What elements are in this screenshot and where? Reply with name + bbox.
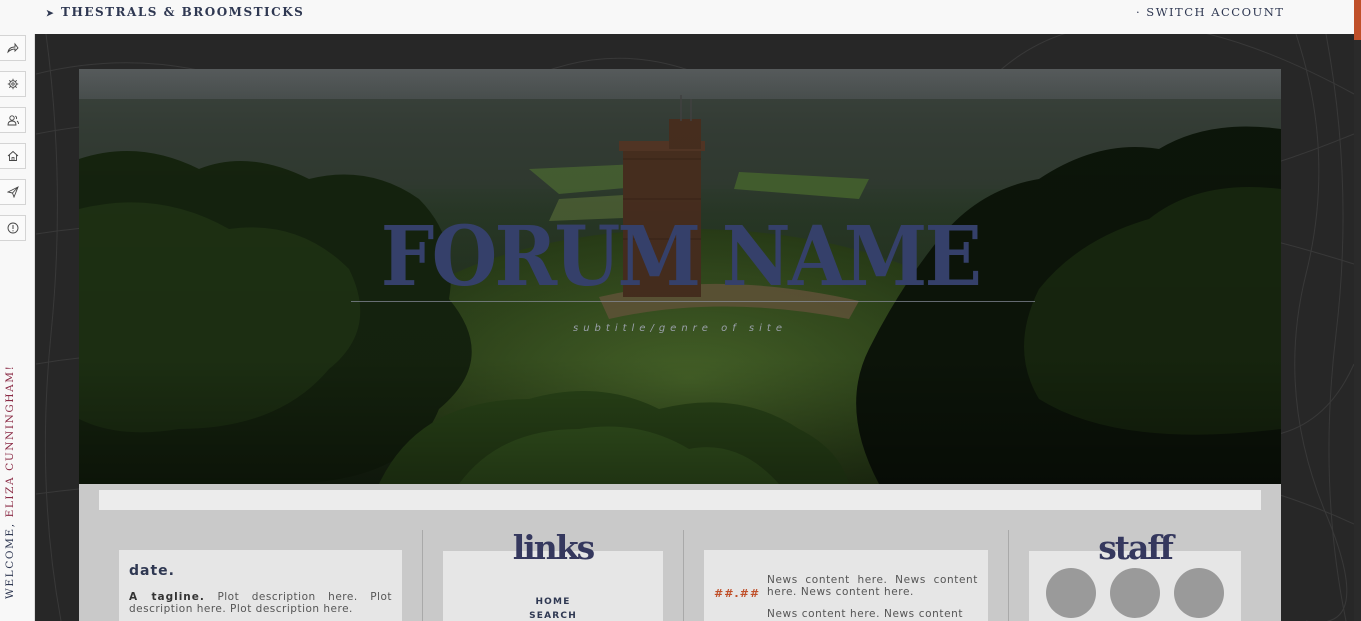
news-card: ##.## News content here. News content he… bbox=[704, 550, 988, 621]
forum-subtitle: subtitle/genre of site bbox=[573, 323, 787, 334]
content-top-bar bbox=[99, 490, 1261, 510]
header-banner-image: FORUM NAME subtitle/genre of site bbox=[79, 69, 1281, 484]
send-icon bbox=[6, 186, 19, 198]
arrow-icon: ➤ bbox=[46, 9, 56, 19]
staff-heading: staff bbox=[1098, 528, 1174, 567]
news-content: News content here. News content here. Ne… bbox=[767, 574, 978, 598]
main-area: FORUM NAME subtitle/genre of site date. … bbox=[36, 34, 1354, 621]
search-link[interactable]: SEARCH bbox=[443, 611, 663, 621]
top-bar: ➤ THESTRALS & BROOMSTICKS · SWITCH ACCOUN… bbox=[0, 0, 1361, 34]
plot-description: A tagline. Plot description here. Plot d… bbox=[129, 591, 392, 615]
tagline: A tagline. bbox=[129, 591, 205, 603]
column-divider bbox=[1008, 530, 1009, 621]
share-button[interactable] bbox=[0, 35, 26, 61]
home-button[interactable] bbox=[0, 143, 26, 169]
content-panel: date. A tagline. Plot description here. … bbox=[79, 484, 1281, 621]
messages-button[interactable] bbox=[0, 179, 26, 205]
site-name-link[interactable]: ➤ THESTRALS & BROOMSTICKS bbox=[46, 5, 304, 19]
info-button[interactable] bbox=[0, 215, 26, 241]
members-button[interactable] bbox=[0, 107, 26, 133]
accent-strip bbox=[1354, 0, 1361, 40]
site-name: THESTRALS & BROOMSTICKS bbox=[61, 5, 305, 19]
settings-button[interactable] bbox=[0, 71, 26, 97]
staff-avatar[interactable] bbox=[1046, 568, 1096, 618]
switch-account-link[interactable]: · SWITCH ACCOUNT bbox=[1136, 5, 1284, 19]
staff-avatar[interactable] bbox=[1174, 568, 1224, 618]
staff-avatar[interactable] bbox=[1110, 568, 1160, 618]
news-content: News content here. News content bbox=[767, 608, 964, 620]
scrollbar[interactable] bbox=[1354, 40, 1361, 621]
welcome-message: WELCOME, ELIZA CUNNINGHAM! bbox=[4, 365, 16, 599]
home-link[interactable]: HOME bbox=[443, 597, 663, 607]
welcome-prefix: WELCOME, bbox=[4, 517, 16, 599]
share-icon bbox=[6, 42, 19, 54]
home-icon bbox=[7, 150, 18, 161]
links-heading: links bbox=[512, 528, 596, 567]
column-divider bbox=[422, 530, 423, 621]
users-icon bbox=[7, 115, 19, 126]
title-divider bbox=[351, 301, 1035, 302]
column-divider bbox=[683, 530, 684, 621]
info-icon bbox=[7, 222, 18, 234]
left-sidebar: WELCOME, ELIZA CUNNINGHAM! bbox=[0, 34, 35, 621]
date-card: date. A tagline. Plot description here. … bbox=[119, 550, 402, 621]
news-date: ##.## bbox=[714, 587, 761, 600]
welcome-username[interactable]: ELIZA CUNNINGHAM! bbox=[4, 365, 16, 518]
date-title: date. bbox=[129, 563, 175, 579]
forum-title: FORUM NAME bbox=[380, 209, 982, 305]
gear-icon bbox=[7, 78, 18, 90]
